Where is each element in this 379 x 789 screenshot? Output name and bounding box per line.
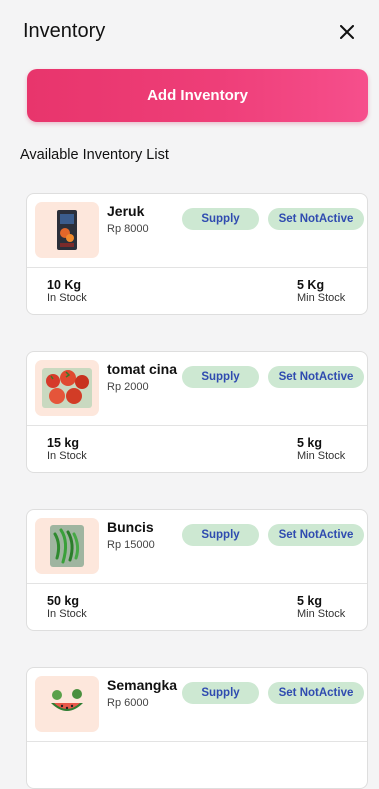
card-divider xyxy=(27,741,367,742)
set-not-active-button[interactable]: Set NotActive xyxy=(268,208,364,230)
item-price: Rp 15000 xyxy=(107,539,155,551)
inventory-card: Buncis Rp 15000 Supply Set NotActive 50 … xyxy=(26,509,368,631)
page-title: Inventory xyxy=(23,20,106,42)
min-stock-label: Min Stock xyxy=(297,450,346,462)
item-name: tomat cina xyxy=(107,361,178,377)
product-thumbnail xyxy=(35,518,99,574)
min-stock-value: 5 kg xyxy=(297,436,323,450)
item-name: Semangka xyxy=(107,677,178,693)
supply-button[interactable]: Supply xyxy=(182,366,259,388)
header: Inventory xyxy=(0,0,379,62)
supply-button[interactable]: Supply xyxy=(182,682,259,704)
item-price: Rp 6000 xyxy=(107,697,149,709)
set-not-active-button[interactable]: Set NotActive xyxy=(268,524,364,546)
product-thumbnail xyxy=(35,360,99,416)
inventory-card: Jeruk Rp 8000 Supply Set NotActive 10 Kg… xyxy=(26,193,368,315)
stock-label: In Stock xyxy=(47,450,87,462)
item-price: Rp 8000 xyxy=(107,223,149,235)
supply-button[interactable]: Supply xyxy=(182,524,259,546)
product-thumbnail xyxy=(35,676,99,732)
tomato-image xyxy=(42,368,92,408)
orange-product-image xyxy=(57,210,77,250)
min-stock-value: 5 Kg xyxy=(297,278,325,292)
stock-value: 50 kg xyxy=(47,594,79,608)
stock-label: In Stock xyxy=(47,608,87,620)
product-thumbnail xyxy=(35,202,99,258)
supply-button[interactable]: Supply xyxy=(182,208,259,230)
min-stock-label: Min Stock xyxy=(297,292,346,304)
add-inventory-button[interactable]: Add Inventory xyxy=(27,69,368,122)
item-price: Rp 2000 xyxy=(107,381,149,393)
item-name: Buncis xyxy=(107,519,154,535)
item-name: Jeruk xyxy=(107,203,145,219)
stock-value: 15 kg xyxy=(47,436,79,450)
set-not-active-button[interactable]: Set NotActive xyxy=(268,682,364,704)
stock-value: 10 Kg xyxy=(47,278,82,292)
card-divider xyxy=(27,583,367,584)
set-not-active-button[interactable]: Set NotActive xyxy=(268,366,364,388)
section-heading: Available Inventory List xyxy=(20,147,169,163)
close-icon xyxy=(340,25,354,39)
stock-label: In Stock xyxy=(47,292,87,304)
inventory-card: tomat cina Rp 2000 Supply Set NotActive … xyxy=(26,351,368,473)
card-divider xyxy=(27,425,367,426)
watermelon-image xyxy=(51,689,83,711)
green-beans-image xyxy=(50,525,84,567)
card-divider xyxy=(27,267,367,268)
min-stock-label: Min Stock xyxy=(297,608,346,620)
close-button[interactable] xyxy=(335,20,359,44)
inventory-card: Semangka Rp 6000 Supply Set NotActive xyxy=(26,667,368,789)
min-stock-value: 5 kg xyxy=(297,594,323,608)
